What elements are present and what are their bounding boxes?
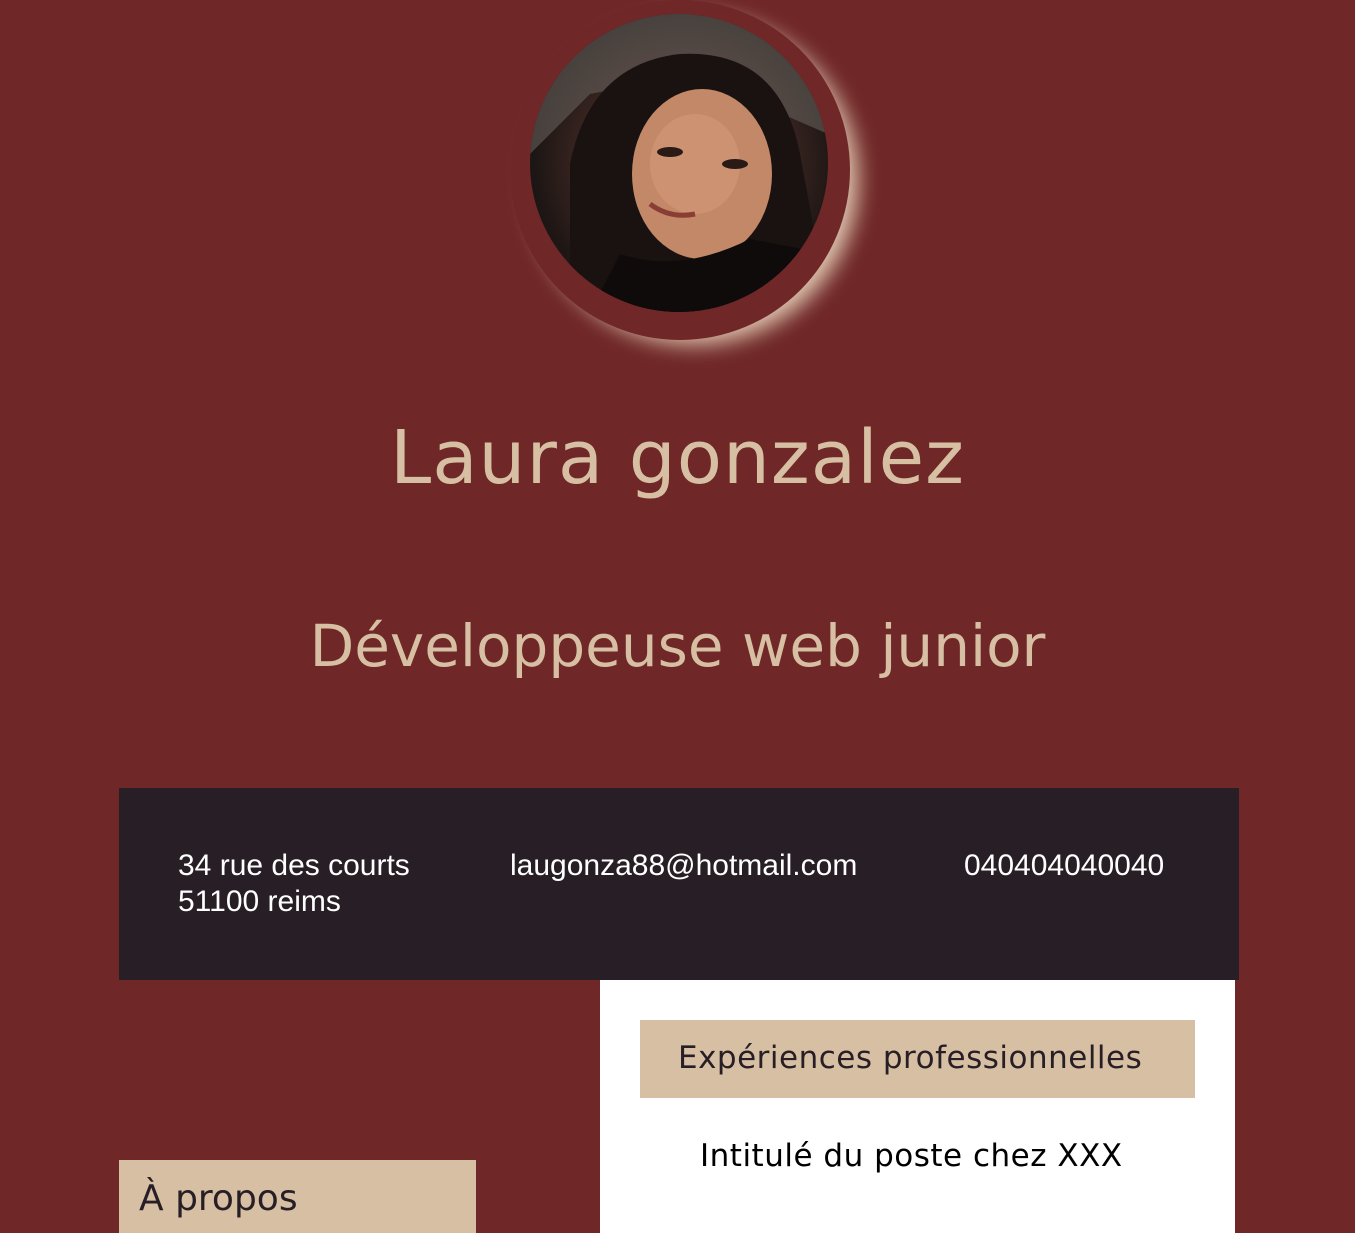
profile-avatar xyxy=(510,0,855,340)
profile-name: Laura gonzalez xyxy=(389,415,966,501)
profile-photo xyxy=(530,14,828,312)
address-line-2: 51100 reims xyxy=(178,885,341,918)
experience-header: Expériences professionnelles xyxy=(640,1020,1195,1098)
contact-bar: 34 rue des courts 51100 reims laugonza88… xyxy=(119,788,1239,980)
about-title: À propos xyxy=(139,1178,298,1219)
profile-role: Développeuse web junior xyxy=(309,612,1046,680)
address-line-1: 34 rue des courts xyxy=(178,849,410,882)
about-header: À propos xyxy=(119,1160,476,1233)
experience-title: Expériences professionnelles xyxy=(678,1040,1143,1076)
contact-phone[interactable]: 040404040040 xyxy=(964,848,1164,884)
contact-address: 34 rue des courts 51100 reims xyxy=(178,848,410,920)
experience-job-title: Intitulé du poste chez XXX xyxy=(700,1138,1123,1174)
contact-email[interactable]: laugonza88@hotmail.com xyxy=(510,848,857,884)
experience-card: Expériences professionnelles Intitulé du… xyxy=(600,980,1235,1233)
